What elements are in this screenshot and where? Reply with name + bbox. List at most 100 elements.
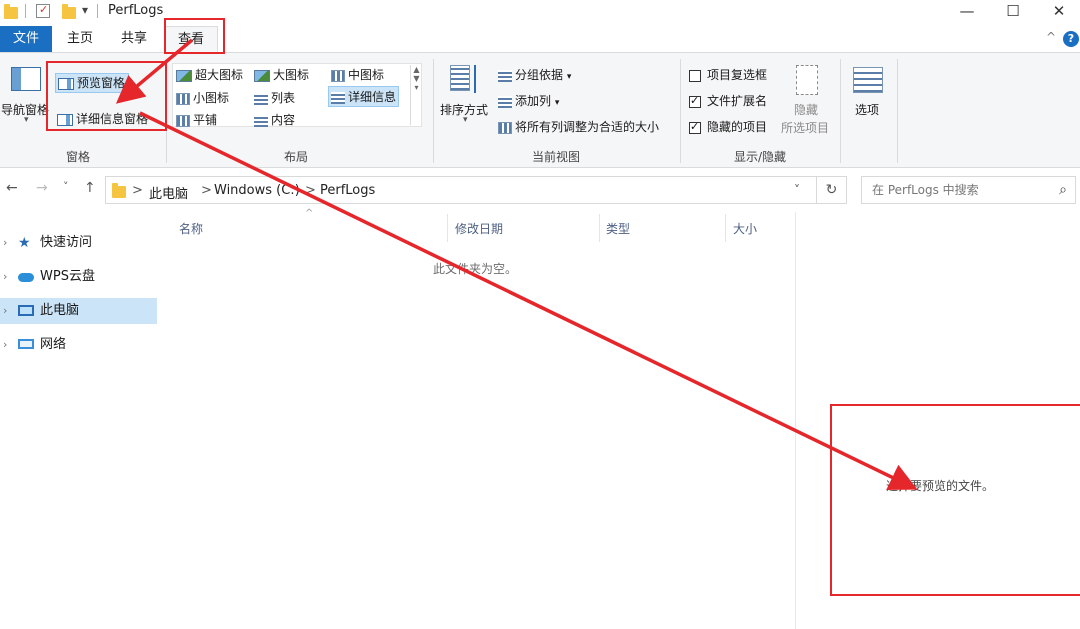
address-dropdown-icon[interactable]: ˅ — [794, 183, 800, 197]
hidden-items-toggle[interactable]: 隐藏的项目 — [689, 118, 767, 135]
group-label-panes: 窗格 — [65, 150, 90, 164]
nav-pane-dropdown-icon[interactable]: ▾ — [24, 115, 29, 125]
breadcrumb-separator: > — [132, 183, 143, 198]
expand-chevron-icon[interactable]: › — [3, 230, 7, 256]
annotation-arrow-panes-to-preview — [139, 111, 918, 490]
search-box[interactable]: 在 PerfLogs 中搜索 ⌕ — [861, 176, 1076, 204]
divider — [97, 4, 98, 18]
divider — [840, 59, 841, 163]
column-header-date-modified[interactable]: 修改日期 — [455, 220, 503, 237]
sidebar-item-this-pc[interactable]: › 此电脑 — [0, 298, 157, 324]
add-column-button[interactable]: 添加列 ▾ — [498, 92, 559, 109]
minimize-button[interactable]: — — [944, 0, 990, 24]
computer-icon — [18, 305, 34, 316]
breadcrumb-separator: > — [305, 183, 316, 198]
search-input[interactable]: 在 PerfLogs 中搜索 — [872, 183, 979, 197]
layout-label: 大图标 — [273, 68, 310, 82]
recent-locations-button[interactable]: ˅ — [63, 180, 69, 193]
tab-home[interactable]: 主页 — [58, 26, 102, 52]
column-header-type[interactable]: 类型 — [606, 220, 630, 237]
item-checkboxes-toggle[interactable]: 项目复选框 — [689, 66, 767, 83]
grid-icon — [331, 69, 345, 82]
list-icon — [254, 92, 268, 105]
column-divider[interactable] — [447, 214, 448, 242]
refresh-button[interactable]: ↻ — [816, 176, 847, 204]
qat-dropdown-icon[interactable]: ▾ — [82, 3, 88, 17]
column-header-size[interactable]: 大小 — [733, 220, 757, 237]
picture-icon — [254, 69, 270, 82]
address-bar[interactable]: > 此电脑 > Windows (C:) > PerfLogs ˅ — [105, 176, 847, 204]
collapse-ribbon-icon[interactable]: ^ — [1046, 30, 1056, 44]
ribbon-tabs: 文件 主页 共享 查看 ^ ? — [0, 26, 1080, 52]
properties-checkbox-icon[interactable]: ✓ — [36, 3, 50, 18]
layout-extra-large-icons[interactable]: 超大图标 — [176, 66, 243, 83]
expand-chevron-icon[interactable]: › — [3, 298, 7, 324]
new-folder-icon[interactable] — [62, 4, 76, 19]
options-button[interactable]: 选项 — [855, 101, 879, 118]
layout-label: 列表 — [271, 91, 296, 105]
column-divider[interactable] — [725, 214, 726, 242]
layout-label: 详细信息 — [348, 90, 397, 104]
layout-small-icons[interactable]: 小图标 — [176, 89, 229, 106]
forward-button[interactable]: → — [36, 180, 48, 196]
layout-tiles[interactable]: 平铺 — [176, 111, 217, 128]
tab-share[interactable]: 共享 — [112, 26, 156, 52]
breadcrumb-perflogs[interactable]: PerfLogs — [320, 183, 375, 198]
sort-indicator-icon: ^ — [305, 208, 314, 219]
close-button[interactable]: ✕ — [1036, 0, 1080, 24]
checkbox-checked — [689, 120, 701, 134]
file-extensions-toggle[interactable]: 文件扩展名 — [689, 92, 767, 109]
sidebar-item-network[interactable]: › 网络 — [0, 332, 157, 358]
column-header-name[interactable]: 名称 — [179, 220, 203, 237]
breadcrumb-drive-c[interactable]: Windows (C:) — [214, 183, 300, 198]
sort-dropdown-icon[interactable]: ▾ — [463, 115, 468, 125]
checkbox-unchecked — [689, 69, 701, 82]
layout-content[interactable]: 内容 — [254, 111, 295, 128]
help-icon[interactable]: ? — [1063, 31, 1079, 47]
layout-details[interactable]: 详细信息 — [328, 86, 400, 107]
checkbox-checked — [689, 94, 701, 108]
folder-icon — [112, 183, 126, 198]
empty-folder-message: 此文件夹为空。 — [433, 262, 518, 276]
picture-icon — [176, 69, 192, 82]
sidebar-item-label: 网络 — [40, 337, 67, 352]
window-title: PerfLogs — [108, 3, 164, 18]
divider — [433, 59, 434, 163]
group-by-button[interactable]: 分组依据 ▾ — [498, 66, 571, 83]
layout-gallery-scrollbar[interactable]: ▲ ▼ ▾ — [410, 65, 422, 125]
column-divider[interactable] — [599, 214, 600, 242]
sidebar-item-label: WPS云盘 — [40, 269, 95, 284]
hidden-items-label: 隐藏的项目 — [707, 120, 768, 134]
sidebar-item-quick-access[interactable]: › ★ 快速访问 — [0, 230, 157, 256]
back-button[interactable]: ← — [6, 180, 18, 196]
fit-columns-icon — [498, 121, 512, 134]
content-icon — [254, 114, 268, 127]
search-icon[interactable]: ⌕ — [1059, 177, 1067, 203]
expand-chevron-icon[interactable]: › — [3, 332, 7, 358]
sidebar-item-wps-cloud[interactable]: › WPS云盘 — [0, 264, 157, 290]
group-icon — [498, 69, 512, 82]
size-all-columns-button[interactable]: 将所有列调整为合适的大小 — [498, 118, 659, 135]
expand-chevron-icon[interactable]: › — [3, 264, 7, 290]
layout-list[interactable]: 列表 — [254, 89, 295, 106]
breadcrumb-separator: > — [201, 183, 212, 198]
item-checkboxes-label: 项目复选框 — [707, 68, 768, 82]
title-bar: ✓ ▾ PerfLogs — ☐ ✕ — [0, 0, 1080, 24]
tab-file[interactable]: 文件 — [0, 26, 52, 52]
add-column-label: 添加列 — [515, 94, 552, 108]
preview-pane-divider[interactable] — [795, 212, 796, 629]
breadcrumb-this-pc[interactable]: 此电脑 — [149, 183, 188, 202]
group-by-label: 分组依据 — [515, 68, 564, 82]
maximize-button[interactable]: ☐ — [990, 0, 1036, 24]
sidebar-item-label: 此电脑 — [40, 303, 80, 318]
network-icon — [18, 339, 34, 349]
layout-medium-icons[interactable]: 中图标 — [331, 66, 384, 83]
grid-icon — [176, 92, 190, 105]
layout-large-icons[interactable]: 大图标 — [254, 66, 309, 83]
layout-label: 平铺 — [193, 113, 218, 127]
fit-columns-label: 将所有列调整为合适的大小 — [515, 120, 660, 134]
group-label-layout: 布局 — [283, 150, 308, 164]
cloud-icon — [18, 273, 34, 282]
up-button[interactable]: ↑ — [84, 180, 96, 196]
hide-selected-button[interactable]: 隐藏 — [794, 101, 818, 118]
